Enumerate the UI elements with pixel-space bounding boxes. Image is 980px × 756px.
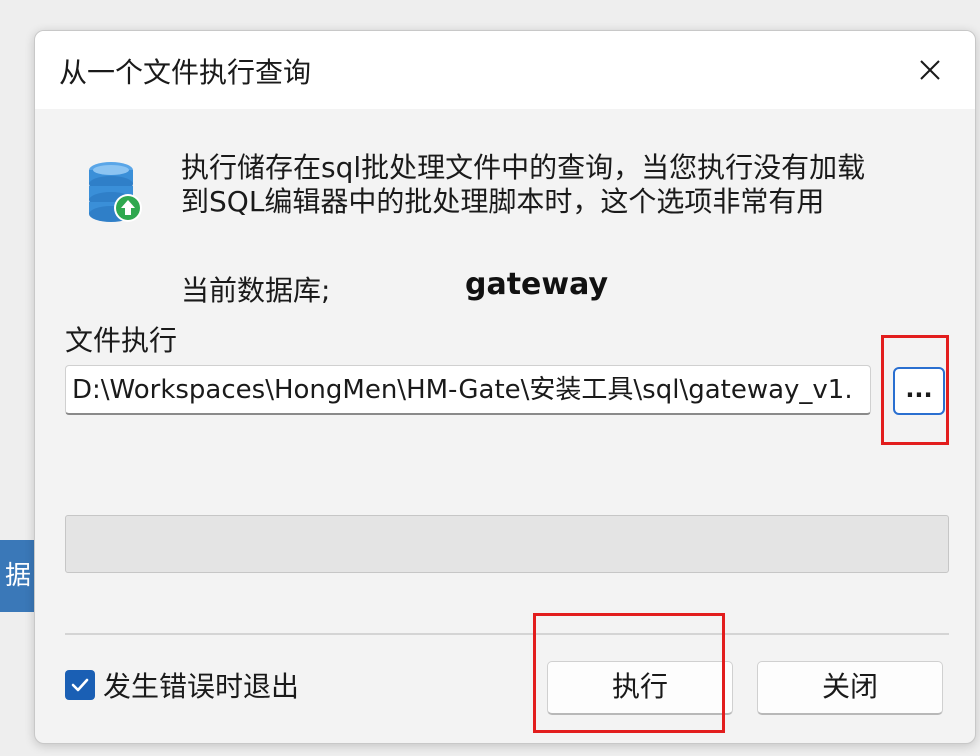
exit-on-error-checkbox[interactable]: 发生错误时退出 [65,665,299,705]
footer-divider [65,633,949,635]
execute-file-dialog: 从一个文件执行查询 执行储存在sql批处理文件中的查询，当您执行没有加载 到SQ… [34,30,976,744]
browse-button-highlight [881,335,949,445]
description-line-2: 到SQL编辑器中的批处理脚本时，这个选项非常有用 [181,185,825,218]
execution-progress-bar [65,515,949,573]
file-path-input[interactable]: D:\Workspaces\HongMen\HM-Gate\安装工具\sql\g… [65,365,871,415]
dialog-description: 执行储存在sql批处理文件中的查询，当您执行没有加载 到SQL编辑器中的批处理脚… [181,151,951,219]
checkmark-icon[interactable] [65,670,95,700]
description-line-1: 执行储存在sql批处理文件中的查询，当您执行没有加载 [181,151,866,184]
background-tab: 据 [0,540,36,612]
current-database-label: 当前数据库; [181,274,331,307]
current-database-value: gateway [465,267,608,302]
dialog-title: 从一个文件执行查询 [59,56,312,89]
file-execute-label: 文件执行 [65,324,178,357]
exit-on-error-label: 发生错误时退出 [103,670,300,703]
database-upload-icon [87,161,145,225]
execute-button-highlight [533,613,725,733]
dialog-titlebar: 从一个文件执行查询 [35,31,975,109]
close-icon[interactable] [905,47,955,93]
close-button[interactable]: 关闭 [757,661,943,715]
